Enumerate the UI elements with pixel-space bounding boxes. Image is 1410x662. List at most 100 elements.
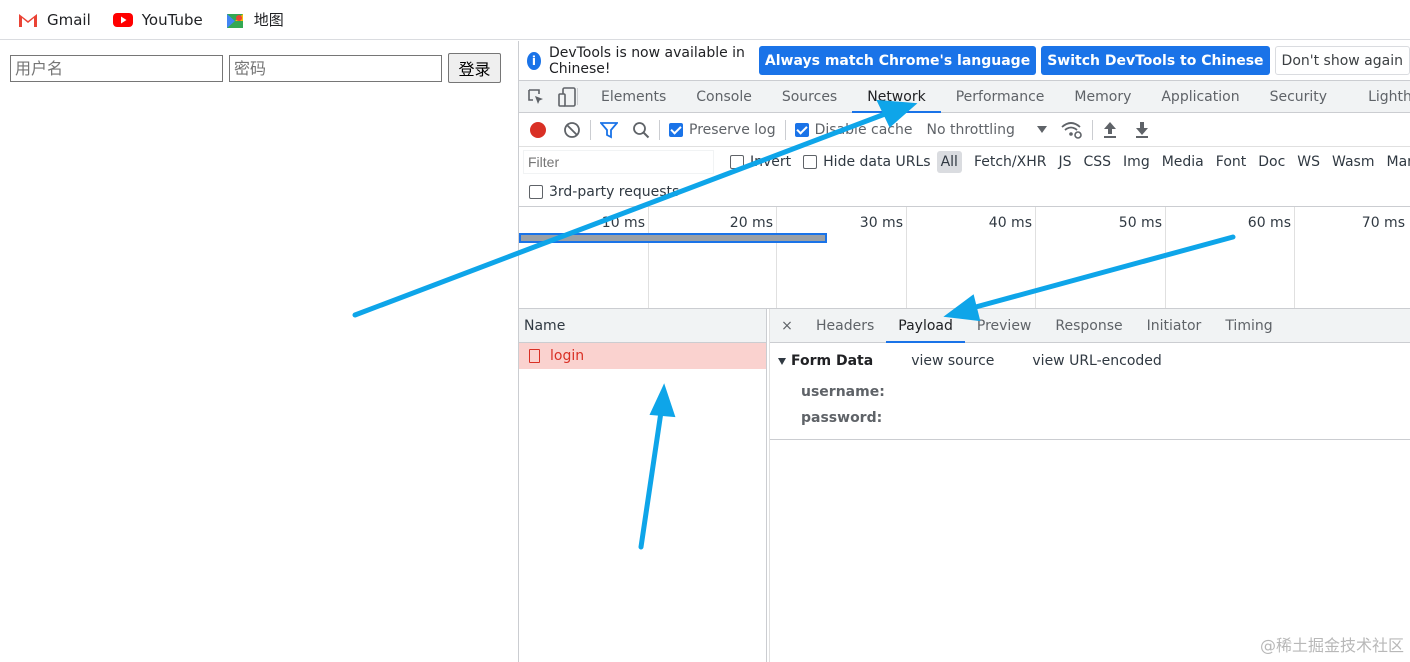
form-field-username: username: bbox=[801, 384, 885, 400]
timeline-gridline bbox=[1294, 207, 1295, 308]
type-filter-wasm[interactable]: Wasm bbox=[1326, 154, 1380, 170]
tab-sources[interactable]: Sources bbox=[767, 81, 852, 112]
timeline-gridline bbox=[648, 207, 649, 308]
bookmark-youtube[interactable]: YouTube bbox=[112, 11, 203, 29]
bookmark-label: 地图 bbox=[253, 11, 284, 29]
tab-security[interactable]: Security bbox=[1255, 81, 1343, 112]
dont-show-again-button[interactable]: Don't show again bbox=[1274, 46, 1410, 75]
youtube-icon bbox=[112, 12, 133, 28]
type-filter-js[interactable]: JS bbox=[1052, 154, 1077, 170]
toolbar-divider bbox=[590, 119, 591, 140]
hide-data-urls-checkbox[interactable] bbox=[803, 155, 818, 169]
device-toolbar-icon[interactable] bbox=[557, 86, 577, 107]
tab-payload[interactable]: Payload bbox=[886, 309, 965, 343]
devtools-panel: i DevTools is now available in Chinese! … bbox=[518, 41, 1410, 662]
third-party-checkbox[interactable] bbox=[529, 184, 543, 199]
type-filter-css[interactable]: CSS bbox=[1077, 154, 1117, 170]
form-field-password: password: bbox=[801, 410, 883, 426]
login-button[interactable]: 登录 bbox=[448, 53, 501, 83]
filter-input[interactable] bbox=[523, 150, 714, 174]
tab-network[interactable]: Network bbox=[852, 81, 942, 113]
timeline-tick-label: 20 ms bbox=[729, 215, 773, 231]
toolbar-divider bbox=[659, 119, 660, 140]
request-list: Name login bbox=[519, 309, 767, 662]
password-input[interactable] bbox=[229, 54, 442, 82]
upload-icon[interactable] bbox=[1102, 121, 1118, 139]
detail-tabbar: × Headers Payload Preview Response Initi… bbox=[770, 309, 1410, 343]
tab-timing[interactable]: Timing bbox=[1213, 309, 1284, 342]
switch-chinese-button[interactable]: Switch DevTools to Chinese bbox=[1041, 46, 1270, 75]
bookmark-gmail[interactable]: Gmail bbox=[18, 11, 91, 29]
search-icon[interactable] bbox=[632, 121, 650, 139]
screenshot-root: Gmail YouTube 地图 登录 i DevTools is now av… bbox=[0, 0, 1410, 662]
inspect-element-icon[interactable] bbox=[527, 88, 545, 106]
match-language-button[interactable]: Always match Chrome's language bbox=[758, 46, 1037, 75]
timeline-tick-label: 70 ms bbox=[1361, 215, 1405, 231]
type-filter-manifest[interactable]: Manifest bbox=[1381, 154, 1410, 170]
infobar-message: DevTools is now available in Chinese! bbox=[548, 44, 745, 77]
bookmark-label: Gmail bbox=[47, 10, 91, 29]
filter-icon[interactable] bbox=[600, 121, 618, 139]
form-data-title: Form Data bbox=[791, 353, 874, 369]
tab-performance[interactable]: Performance bbox=[941, 81, 1060, 112]
tab-console[interactable]: Console bbox=[681, 81, 767, 112]
clear-icon[interactable] bbox=[563, 121, 581, 139]
request-name: login bbox=[550, 348, 585, 364]
login-form: 登录 bbox=[10, 53, 501, 83]
record-icon[interactable] bbox=[529, 121, 547, 139]
request-row-login[interactable]: login bbox=[519, 343, 766, 369]
type-filter-media[interactable]: Media bbox=[1156, 154, 1210, 170]
network-conditions-icon[interactable] bbox=[1061, 121, 1083, 139]
waterfall-bar bbox=[519, 233, 827, 243]
username-input[interactable] bbox=[10, 54, 223, 82]
name-column-header[interactable]: Name bbox=[519, 309, 766, 343]
inspect-tools bbox=[519, 86, 578, 107]
toolbar-divider bbox=[1091, 119, 1093, 140]
invert-checkbox[interactable] bbox=[730, 155, 744, 169]
filter-bar: Invert Hide data URLs All Fetch/XHR JS C… bbox=[519, 147, 1410, 177]
info-icon: i bbox=[527, 51, 541, 70]
type-filter-font[interactable]: Font bbox=[1210, 154, 1252, 170]
type-filter-ws[interactable]: WS bbox=[1291, 154, 1326, 170]
network-lower-pane: Name login × Headers Payload Preview Res… bbox=[519, 309, 1410, 662]
form-data-header[interactable]: Form Data view source view URL-encoded bbox=[770, 343, 1410, 379]
timeline-gridline bbox=[1165, 207, 1166, 308]
timeline-overview[interactable]: 10 ms 20 ms 30 ms 40 ms 50 ms 60 ms 70 m… bbox=[519, 207, 1410, 309]
timeline-tick-label: 60 ms bbox=[1247, 215, 1291, 231]
type-filter-fetch[interactable]: Fetch/XHR bbox=[968, 154, 1053, 170]
type-filter-all[interactable]: All bbox=[936, 151, 962, 173]
tab-application[interactable]: Application bbox=[1146, 81, 1254, 112]
tab-response[interactable]: Response bbox=[1043, 309, 1134, 342]
expand-triangle-icon[interactable] bbox=[778, 357, 786, 365]
disable-cache-checkbox[interactable] bbox=[794, 122, 809, 137]
third-party-label: 3rd-party requests bbox=[549, 183, 680, 200]
hide-data-urls-label: Hide data URLs bbox=[823, 154, 931, 170]
timeline-gridline bbox=[906, 207, 907, 308]
bookmark-maps[interactable]: 地图 bbox=[225, 9, 284, 30]
tab-elements[interactable]: Elements bbox=[586, 81, 681, 112]
download-icon[interactable] bbox=[1134, 121, 1150, 139]
preserve-log-checkbox[interactable] bbox=[669, 122, 683, 137]
timeline-gridline bbox=[776, 207, 777, 308]
view-source-link[interactable]: view source bbox=[911, 353, 994, 369]
tab-preview[interactable]: Preview bbox=[965, 309, 1044, 342]
throttling-select[interactable]: No throttling bbox=[926, 122, 1014, 138]
toolbar-divider bbox=[784, 119, 786, 140]
view-url-encoded-link[interactable]: view URL-encoded bbox=[1032, 353, 1161, 369]
tab-initiator[interactable]: Initiator bbox=[1135, 309, 1214, 342]
type-filter-doc[interactable]: Doc bbox=[1252, 154, 1291, 170]
type-filter-img[interactable]: Img bbox=[1117, 154, 1156, 170]
document-icon bbox=[529, 349, 540, 363]
disable-cache-label: Disable cache bbox=[814, 121, 913, 138]
timeline-tick-label: 30 ms bbox=[859, 215, 903, 231]
tab-lighthouse[interactable]: Lighthouse bbox=[1342, 81, 1410, 112]
tab-memory[interactable]: Memory bbox=[1059, 81, 1146, 112]
tab-headers[interactable]: Headers bbox=[804, 309, 886, 342]
request-detail: × Headers Payload Preview Response Initi… bbox=[769, 309, 1410, 662]
close-icon[interactable]: × bbox=[770, 309, 804, 342]
timeline-tick-label: 10 ms bbox=[601, 215, 645, 231]
preserve-log-label: Preserve log bbox=[689, 121, 776, 138]
chevron-down-icon[interactable] bbox=[1036, 125, 1047, 134]
timeline-gridline bbox=[1035, 207, 1036, 308]
network-toolbar: Preserve log Disable cache No throttling bbox=[519, 113, 1410, 147]
